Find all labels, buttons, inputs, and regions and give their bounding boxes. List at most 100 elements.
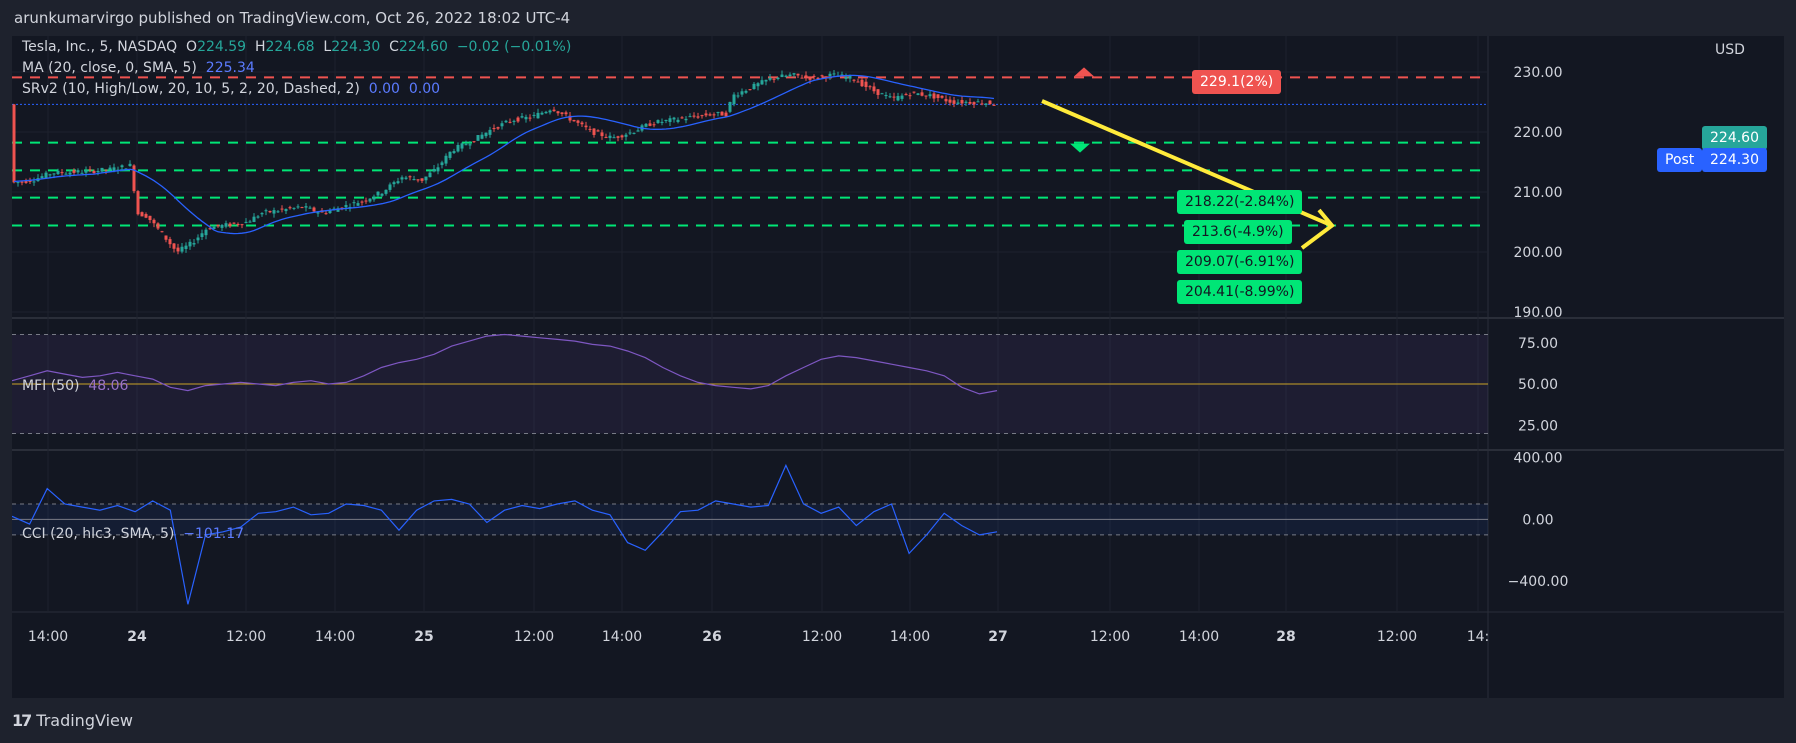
candle-body [100, 167, 104, 172]
support-label-4[interactable]: 204.41(-8.99%) [1177, 280, 1303, 304]
candle-body [344, 204, 348, 208]
candle-body [256, 216, 260, 218]
last-price-tag: 224.60 [1702, 126, 1767, 150]
cci-legend[interactable]: CCI (20, hlc3, SMA, 5) −101.17 [22, 526, 244, 542]
candle-body [240, 224, 244, 226]
currency-label: USD [1715, 42, 1745, 58]
candle-body [300, 207, 304, 209]
candle-body [956, 102, 960, 104]
candle-body [56, 170, 60, 174]
candle-body [528, 117, 532, 119]
candle-body [392, 182, 396, 185]
candle-body [708, 114, 712, 116]
support-marker [1070, 143, 1090, 153]
candle-body [72, 170, 76, 173]
candle-body [380, 193, 384, 196]
time-tick-label: 12:00 [1377, 629, 1417, 645]
price-tick-label: 220.00 [1514, 125, 1563, 141]
candle-body [264, 210, 268, 212]
tradingview-brand[interactable]: 17 TradingView [12, 706, 133, 736]
candle-body [388, 184, 392, 190]
candle-body [944, 98, 948, 102]
candle-body [656, 120, 660, 124]
candle-body [752, 83, 756, 89]
cci-tick-label: 400.00 [1514, 451, 1563, 467]
candle-body [120, 165, 124, 168]
candle-body [456, 145, 460, 152]
mfi-legend[interactable]: MFI (50) 48.06 [22, 378, 128, 394]
time-tick-label: 14:00 [1179, 629, 1219, 645]
candle-body [92, 170, 96, 174]
candle-body [900, 95, 904, 99]
candle-body [728, 101, 732, 112]
candle-body [676, 119, 680, 122]
candle-body [856, 81, 860, 83]
candle-body [76, 170, 80, 173]
candle-body [432, 168, 436, 172]
candle-body [424, 176, 428, 181]
candle-body [204, 229, 208, 236]
cci-tick-label: 0.00 [1522, 512, 1553, 528]
time-tick-label: 14:00 [315, 629, 355, 645]
candle-body [508, 121, 512, 123]
candle-body [692, 115, 696, 117]
candle-body [176, 247, 180, 252]
time-tick-label: 26 [702, 629, 721, 645]
symbol-name[interactable]: Tesla, Inc., 5, NASDAQ [22, 39, 177, 55]
support-label-3[interactable]: 209.07(-6.91%) [1177, 250, 1303, 274]
post-price-tag: 224.30 [1702, 148, 1767, 172]
candle-body [316, 212, 320, 214]
candle-body [992, 104, 996, 106]
candle-body [652, 124, 656, 126]
candle-body [464, 144, 468, 146]
candle-body [236, 224, 240, 226]
candle-body [700, 115, 704, 117]
candle-body [520, 116, 524, 118]
candle-body [284, 208, 288, 212]
close-value: 224.60 [398, 39, 448, 55]
support-label-2[interactable]: 213.6(-4.9%) [1184, 220, 1292, 244]
candle-body [304, 206, 308, 208]
change-value: −0.02 (−0.01%) [456, 39, 572, 55]
candle-body [832, 73, 836, 75]
candle-body [376, 191, 380, 196]
candle-body [716, 111, 720, 113]
ma-legend[interactable]: MA (20, close, 0, SMA, 5) 225.34 [22, 60, 255, 76]
candle-body [228, 223, 232, 227]
candle-body [968, 101, 972, 104]
candle-body [804, 75, 808, 78]
time-tick-label: 12:00 [802, 629, 842, 645]
candle-body [780, 74, 784, 78]
candle-body [988, 100, 992, 105]
candle-body [852, 79, 856, 81]
srv2-legend[interactable]: SRv2 (10, High/Low, 20, 10, 5, 2, 20, Da… [22, 81, 440, 97]
candle-body [844, 76, 848, 79]
candle-body [680, 117, 684, 119]
time-tick-label: 27 [988, 629, 1007, 645]
chart-canvas[interactable]: 14:00 24 12:00 14:00 25 12:00 14:00 26 12:00 14:0… [12, 36, 1784, 698]
candle-body [868, 86, 872, 88]
candle-body [784, 75, 788, 77]
time-tick-label: 28 [1276, 629, 1295, 645]
time-tick-label: 14:00 [602, 629, 642, 645]
candle-body [504, 120, 508, 123]
resistance-label[interactable]: 229.1(2%) [1192, 70, 1282, 94]
high-value: 224.68 [265, 39, 315, 55]
candle-body [136, 191, 140, 215]
candle-body [440, 162, 444, 166]
candle-body [452, 151, 456, 153]
candle-body [864, 81, 868, 88]
candle-body [772, 78, 776, 80]
candle-body [548, 110, 552, 113]
candle-body [592, 128, 596, 135]
candle-body [544, 111, 548, 114]
support-label-1[interactable]: 218.22(-2.84%) [1177, 190, 1303, 214]
time-tick-label: 14:00 [28, 629, 68, 645]
candle-body [272, 210, 276, 214]
candle-body [960, 100, 964, 104]
candle-body [572, 120, 576, 122]
candle-body [52, 173, 56, 175]
candle-body [260, 213, 264, 215]
candle-body [672, 117, 676, 120]
chart-area[interactable]: 14:00 24 12:00 14:00 25 12:00 14:00 26 12:00 14:0… [12, 36, 1784, 698]
